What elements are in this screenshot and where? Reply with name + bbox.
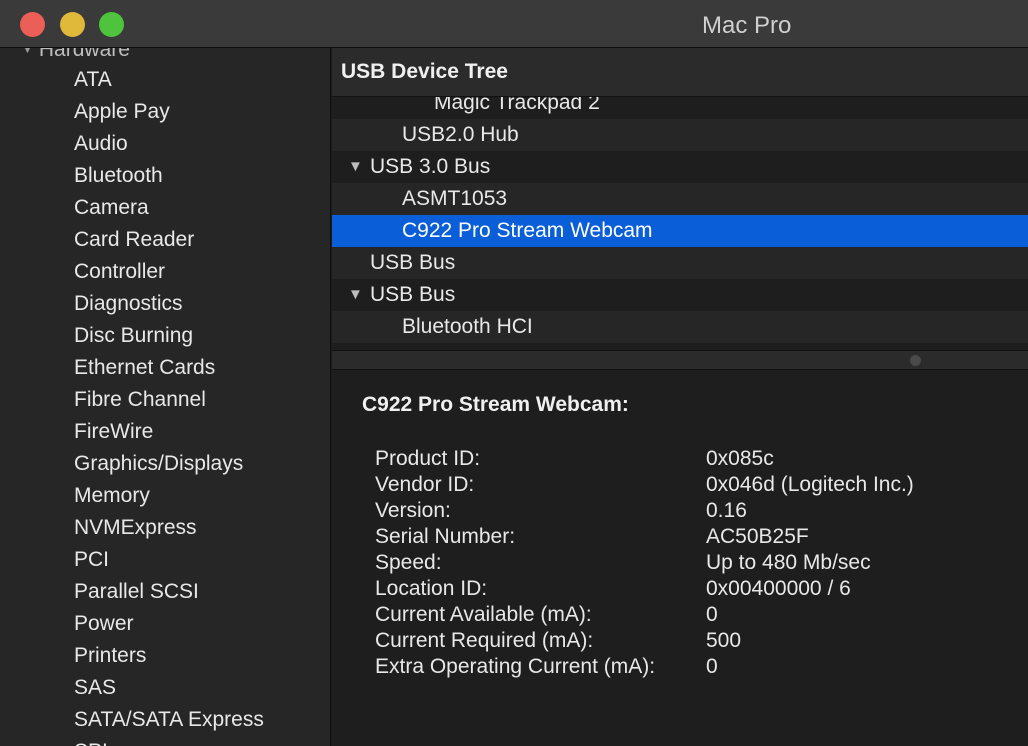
tree-row[interactable]: ▼ USB 3.0 Bus — [332, 151, 1028, 183]
sidebar-item-sata-sata-express[interactable]: SATA/SATA Express — [74, 704, 264, 736]
sidebar-item-camera[interactable]: Camera — [74, 192, 149, 224]
property-value: 0x046d (Logitech Inc.) — [706, 473, 914, 496]
sidebar-item-ata[interactable]: ATA — [74, 64, 112, 96]
tree-row-label: USB 3.0 Bus — [370, 155, 491, 178]
sidebar-item-printers[interactable]: Printers — [74, 640, 146, 672]
property-value: AC50B25F — [706, 525, 809, 548]
property-value: 500 — [706, 629, 742, 652]
sidebar-section-hardware[interactable]: ▼ Hardware — [22, 48, 130, 62]
tree-row-label: USB Bus — [370, 283, 456, 306]
tree-row[interactable]: Bluetooth HCI — [332, 311, 1028, 343]
sidebar-item-nvmexpress[interactable]: NVMExpress — [74, 512, 197, 544]
tree-row-label: USB2.0 Hub — [402, 123, 519, 146]
sidebar-item-parallel-scsi[interactable]: Parallel SCSI — [74, 576, 199, 608]
sidebar: ▼ Hardware ATA Apple Pay Audio Bluetooth Came… — [0, 48, 331, 746]
tree-row[interactable]: ASMT1053 — [332, 183, 1028, 215]
property-value: 0.16 — [706, 499, 747, 522]
sidebar-item-sas[interactable]: SAS — [74, 672, 116, 704]
property-label: Location ID: — [375, 577, 488, 600]
sidebar-item-diagnostics[interactable]: Diagnostics — [74, 288, 183, 320]
tree-row[interactable]: USB2.0 Hub — [332, 119, 1028, 151]
sidebar-item-firewire[interactable]: FireWire — [74, 416, 153, 448]
disclosure-triangle-icon[interactable]: ▼ — [348, 151, 363, 183]
disclosure-triangle-icon[interactable]: ▼ — [22, 48, 33, 56]
disclosure-triangle-icon[interactable]: ▼ — [348, 279, 363, 311]
split-divider[interactable] — [332, 350, 1028, 370]
property-value: 0x085c — [706, 447, 774, 470]
tree-row-label: ASMT1053 — [402, 187, 508, 210]
sidebar-item-memory[interactable]: Memory — [74, 480, 150, 512]
sidebar-item-graphics-displays[interactable]: Graphics/Displays — [74, 448, 243, 480]
property-label: Speed: — [375, 551, 442, 574]
property-label: Current Required (mA): — [375, 629, 594, 652]
tree-row[interactable]: USB Bus — [332, 247, 1028, 279]
detail-pane: C922 Pro Stream Webcam: Product ID: 0x085… — [332, 371, 1028, 746]
minimize-window-button[interactable] — [60, 12, 85, 37]
tree-row-label: Bluetooth HCI — [402, 315, 533, 338]
tree-row[interactable]: C922 Pro Stream Webcam — [332, 215, 1028, 247]
property-value: 0 — [706, 603, 718, 626]
sidebar-item-disc-burning[interactable]: Disc Burning — [74, 320, 193, 352]
property-value: 0 — [706, 655, 718, 678]
device-title: C922 Pro Stream Webcam: — [362, 393, 629, 416]
sidebar-item-apple-pay[interactable]: Apple Pay — [74, 96, 170, 128]
property-value: 0x00400000 / 6 — [706, 577, 851, 600]
property-label: Serial Number: — [375, 525, 516, 548]
sidebar-item-spi[interactable]: SPI — [74, 736, 108, 746]
divider-handle-icon[interactable] — [910, 355, 921, 366]
tree-header-label: USB Device Tree — [341, 60, 508, 83]
property-label: Vendor ID: — [375, 473, 475, 496]
sidebar-item-audio[interactable]: Audio — [74, 128, 128, 160]
system-information-window: Mac Pro ▼ Hardware ATA Apple Pay Audio Bluet… — [0, 0, 1028, 746]
property-label: Current Available (mA): — [375, 603, 592, 626]
sidebar-item-controller[interactable]: Controller — [74, 256, 165, 288]
sidebar-item-fibre-channel[interactable]: Fibre Channel — [74, 384, 206, 416]
property-label: Product ID: — [375, 447, 481, 470]
tree-row[interactable]: ▼ USB Bus — [332, 279, 1028, 311]
window-title: Mac Pro — [702, 12, 792, 39]
tree-row-label: USB Bus — [370, 251, 456, 274]
sidebar-item-power[interactable]: Power — [74, 608, 134, 640]
zoom-window-button[interactable] — [99, 12, 124, 37]
property-label: Extra Operating Current (mA): — [375, 655, 656, 678]
sidebar-item-pci[interactable]: PCI — [74, 544, 109, 576]
tree-row-label: C922 Pro Stream Webcam — [402, 219, 653, 242]
property-label: Version: — [375, 499, 451, 522]
sidebar-item-bluetooth[interactable]: Bluetooth — [74, 160, 163, 192]
title-bar[interactable]: Mac Pro — [0, 0, 1028, 48]
tree-header: USB Device Tree — [332, 48, 1028, 97]
sidebar-item-ethernet-cards[interactable]: Ethernet Cards — [74, 352, 215, 384]
close-window-button[interactable] — [20, 12, 45, 37]
usb-device-tree: Magic Trackpad 2 USB2.0 Hub ▼ USB 3.0 Bus AS… — [332, 48, 1028, 350]
sidebar-section-label: Hardware — [38, 48, 130, 61]
property-value: Up to 480 Mb/sec — [706, 551, 871, 574]
sidebar-item-card-reader[interactable]: Card Reader — [74, 224, 194, 256]
